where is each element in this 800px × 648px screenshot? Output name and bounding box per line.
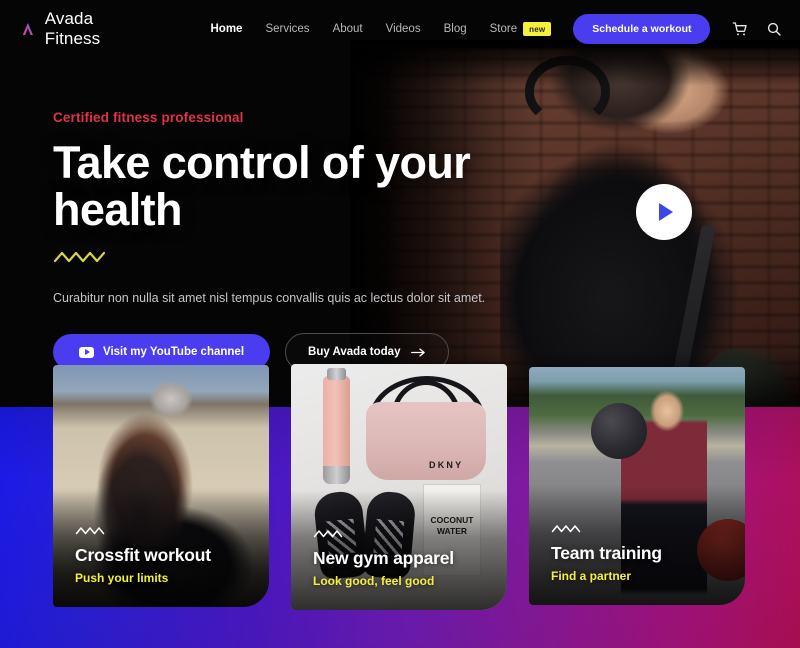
site-header: Avada Fitness Home Services About Videos… [0,0,800,58]
nav-item-blog[interactable]: Blog [444,23,467,35]
card-subtitle: Look good, feel good [313,574,435,588]
cart-icon[interactable] [732,21,748,37]
main-navigation: Home Services About Videos Blog Store ne… [211,22,552,36]
nav-item-services[interactable]: Services [265,23,309,35]
card-text-team-training: Team training Find a partner [551,524,731,583]
feature-card-apparel[interactable]: DKNY COCONUTWATER New gym apparel Look g… [291,364,507,610]
store-new-badge: new [523,22,552,36]
card-title: Crossfit workout [75,544,211,565]
sports-bra [366,402,486,480]
brand-logo[interactable]: Avada Fitness [20,9,111,49]
feature-card-grid: Crossfit workout Push your limits DKNY C… [0,0,800,648]
header-icon-group [732,21,782,37]
dkny-label: DKNY [429,460,464,470]
card-subtitle: Push your limits [75,571,169,585]
schedule-workout-button[interactable]: Schedule a workout [573,14,711,44]
card-title: New gym apparel [313,547,454,568]
avada-a-logo-icon [22,22,34,36]
nav-item-store[interactable]: Store [490,23,518,35]
nav-item-videos[interactable]: Videos [386,23,421,35]
zigzag-divider-icon [313,530,343,537]
card-subtitle: Find a partner [551,569,632,583]
feature-card-crossfit[interactable]: Crossfit workout Push your limits [53,365,269,607]
nav-item-home[interactable]: Home [211,23,243,35]
brand-name: Avada Fitness [44,9,101,48]
medicine-ball [591,403,647,459]
page-root: Avada Fitness Home Services About Videos… [0,0,800,648]
nav-item-about[interactable]: About [333,23,363,35]
card-text-crossfit: Crossfit workout Push your limits [75,526,255,585]
water-bottle [323,368,350,484]
card-title: Team training [551,542,662,563]
card-text-apparel: New gym apparel Look good, feel good [313,529,493,588]
feature-card-team-training[interactable]: Team training Find a partner [529,367,745,605]
zigzag-divider-icon [551,525,581,532]
search-icon[interactable] [766,21,782,37]
zigzag-divider-icon [75,527,105,534]
nav-item-store-wrapper: Store new [490,22,552,36]
